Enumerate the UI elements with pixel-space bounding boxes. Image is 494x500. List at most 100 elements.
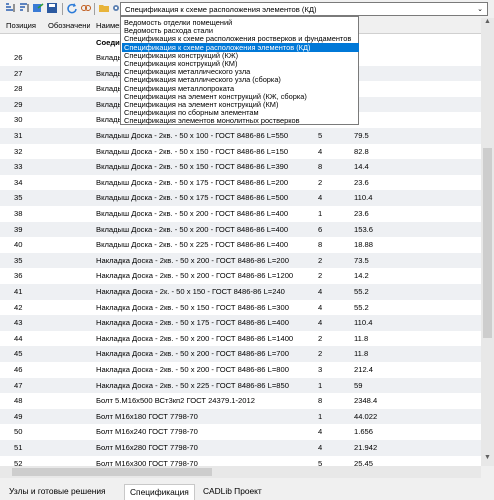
cell-quantity: 8: [318, 162, 323, 172]
cell-quantity: 4: [318, 287, 323, 296]
hscroll-thumb[interactable]: [12, 468, 212, 476]
table-row[interactable]: 36 Накладка Доска - 2кв. - 50 x 200 - ГОС…: [0, 268, 481, 284]
cell-name: Болт 5.М16х500 ВСт3кп2 ГОСТ 24379.1-2012: [96, 396, 255, 406]
combo-value: Спецификация к схеме расположения элемен…: [125, 5, 317, 14]
cell-position: 48: [14, 396, 23, 406]
cell-name: Накладка Доска - 2кв. - 50 x 200 - ГОСТ …: [96, 255, 289, 265]
cell-quantity: 2: [318, 271, 323, 281]
chevron-down-icon[interactable]: ⌄: [477, 5, 483, 13]
cell-position: 52: [14, 458, 23, 466]
cell-mass: 55.2: [354, 287, 369, 296]
cell-quantity: 2: [318, 177, 323, 187]
folder-icon[interactable]: [98, 2, 110, 14]
cell-quantity: 5: [318, 131, 323, 140]
cell-quantity: 1: [318, 380, 323, 390]
table-row[interactable]: 34 Вкладыш Доска - 2кв. - 50 x 175 - ГОСТ…: [0, 175, 481, 191]
specification-type-combo[interactable]: Спецификация к схеме расположения элемен…: [120, 2, 488, 16]
cell-name: Накладка Доска - 2кв. - 50 x 150 - ГОСТ …: [96, 302, 289, 312]
table-row[interactable]: 44 Накладка Доска - 2кв. - 50 x 200 - ГОС…: [0, 331, 481, 347]
cell-name: Вкладыш Доска - 2кв. - 50 x 200 - ГОСТ 8…: [96, 224, 289, 234]
tab-nodes-solutions[interactable]: Узлы и готовые решения: [4, 484, 111, 499]
table-row[interactable]: 43 Накладка Доска - 2кв. - 50 x 175 - ГОС…: [0, 315, 481, 331]
column-header-position[interactable]: Позиция: [6, 21, 46, 30]
cell-position: 42: [14, 302, 23, 312]
scroll-down-icon[interactable]: ▼: [481, 454, 494, 466]
horizontal-scrollbar[interactable]: [0, 466, 481, 478]
table-row[interactable]: 42 Накладка Доска - 2кв. - 50 x 150 - ГОС…: [0, 300, 481, 316]
column-header-designation[interactable]: Обозначение: [48, 21, 90, 30]
cell-position: 26: [14, 53, 23, 62]
table-row[interactable]: 35 Вкладыш Доска - 2кв. - 50 x 175 - ГОСТ…: [0, 190, 481, 206]
table-row[interactable]: 52 Болт М16х300 ГОСТ 7798-70 5 25.45: [0, 456, 481, 466]
scroll-thumb[interactable]: [483, 148, 492, 338]
cell-quantity: 4: [318, 302, 323, 312]
cell-position: 27: [14, 68, 23, 78]
cell-position: 35: [14, 193, 23, 203]
column-header-name[interactable]: Наимен: [96, 21, 120, 30]
table-row[interactable]: 45 Накладка Доска - 2кв. - 50 x 200 - ГОС…: [0, 346, 481, 362]
cell-name: Накладка Доска - 2кв. - 50 x 200 - ГОСТ …: [96, 365, 289, 374]
cell-mass: 82.8: [354, 146, 369, 156]
cell-name: Болт М16х180 ГОСТ 7798-70: [96, 411, 198, 421]
cell-position: 49: [14, 411, 23, 421]
cell-quantity: 4: [318, 443, 323, 452]
table-row[interactable]: 35 Накладка Доска - 2кв. - 50 x 200 - ГОС…: [0, 252, 481, 269]
table-row[interactable]: 50 Болт М16х240 ГОСТ 7798-70 4 1.656: [0, 424, 481, 440]
scroll-up-icon[interactable]: ▲: [481, 18, 494, 30]
cell-position: 29: [14, 99, 23, 109]
cell-name: Вкладыш Доска - 2кв. - 50 x 175 - ГОСТ 8…: [96, 193, 289, 203]
cell-name: Накладка Доска - 2кв. - 50 x 200 - ГОСТ …: [96, 333, 294, 343]
cell-name: Накладка Доска - 2кв. - 50 x 175 - ГОСТ …: [96, 318, 289, 328]
cell-quantity: 4: [318, 193, 323, 203]
dropdown-option[interactable]: Спецификация элементов монолитных ростве…: [122, 116, 359, 125]
table-row[interactable]: 48 Болт 5.М16х500 ВСт3кп2 ГОСТ 24379.1-20…: [0, 393, 481, 409]
vertical-scrollbar[interactable]: ▲ ▼: [481, 18, 494, 466]
table-row[interactable]: 31 Вкладыш Доска - 2кв. - 50 x 100 - ГОСТ…: [0, 128, 481, 144]
cell-name: Накладка Доска - 2к. - 50 x 150 - ГОСТ 8…: [96, 287, 285, 296]
cell-position: 40: [14, 240, 23, 250]
cell-mass: 23.6: [354, 177, 369, 187]
cell-mass: 14.4: [354, 162, 369, 172]
table-row[interactable]: 32 Вкладыш Доска - 2кв. - 50 x 150 - ГОСТ…: [0, 144, 481, 160]
cell-position: 33: [14, 162, 23, 172]
table-row[interactable]: 51 Болт М16х280 ГОСТ 7798-70 4 21.942: [0, 440, 481, 456]
cell-mass: 110.4: [354, 318, 373, 328]
table-row[interactable]: 41 Накладка Доска - 2к. - 50 x 150 - ГОСТ…: [0, 284, 481, 300]
cell-name: Вкладыш Доска - 2кв. - 50 x 200 - ГОСТ 8…: [96, 209, 289, 218]
tab-cadlib-project[interactable]: CADLib Проект: [198, 484, 267, 499]
bottom-tabs: Узлы и готовые решения Спецификация CADL…: [0, 484, 494, 500]
sort-asc-icon[interactable]: [4, 2, 16, 14]
cell-mass: 14.2: [354, 271, 369, 281]
link-icon[interactable]: [80, 2, 92, 14]
table-row[interactable]: 38 Вкладыш Доска - 2кв. - 50 x 200 - ГОСТ…: [0, 206, 481, 222]
cell-name: Болт М16х300 ГОСТ 7798-70: [96, 458, 198, 466]
cell-quantity: 8: [318, 240, 323, 250]
table-row[interactable]: 47 Накладка Доска - 2кв. - 50 x 225 - ГОС…: [0, 377, 481, 394]
cell-quantity: 8: [318, 396, 323, 406]
export-icon[interactable]: [32, 2, 44, 14]
table-row[interactable]: 39 Вкладыш Доска - 2кв. - 50 x 200 - ГОСТ…: [0, 221, 481, 238]
cell-position: 50: [14, 427, 23, 437]
cell-quantity: 2: [318, 349, 323, 359]
cell-mass: 73.5: [354, 255, 369, 265]
sort-desc-icon[interactable]: [18, 2, 30, 14]
cell-quantity: 2: [318, 255, 323, 265]
cell-position: 46: [14, 365, 23, 374]
save-icon[interactable]: [46, 2, 58, 14]
cell-quantity: 4: [318, 146, 323, 156]
cell-quantity: 2: [318, 333, 323, 343]
tab-specification[interactable]: Спецификация: [124, 484, 195, 500]
table-row[interactable]: 46 Накладка Доска - 2кв. - 50 x 200 - ГОС…: [0, 362, 481, 378]
cell-position: 41: [14, 287, 23, 296]
cell-position: 31: [14, 131, 23, 140]
specification-type-dropdown[interactable]: Ведомость отделки помещений Ведомость рас…: [120, 16, 359, 125]
table-row[interactable]: 40 Вкладыш Доска - 2кв. - 50 x 225 - ГОСТ…: [0, 237, 481, 253]
cell-quantity: 4: [318, 318, 323, 328]
cell-quantity: 1: [318, 411, 323, 421]
table-row[interactable]: 33 Вкладыш Доска - 2кв. - 50 x 150 - ГОСТ…: [0, 159, 481, 175]
table-row[interactable]: 49 Болт М16х180 ГОСТ 7798-70 1 44.022: [0, 408, 481, 425]
cell-position: 36: [14, 271, 23, 281]
cell-mass: 1.656: [354, 427, 374, 437]
cell-name: Вкладыш Доска - 2кв. - 50 x 225 - ГОСТ 8…: [96, 240, 289, 250]
refresh-icon[interactable]: [66, 2, 78, 14]
